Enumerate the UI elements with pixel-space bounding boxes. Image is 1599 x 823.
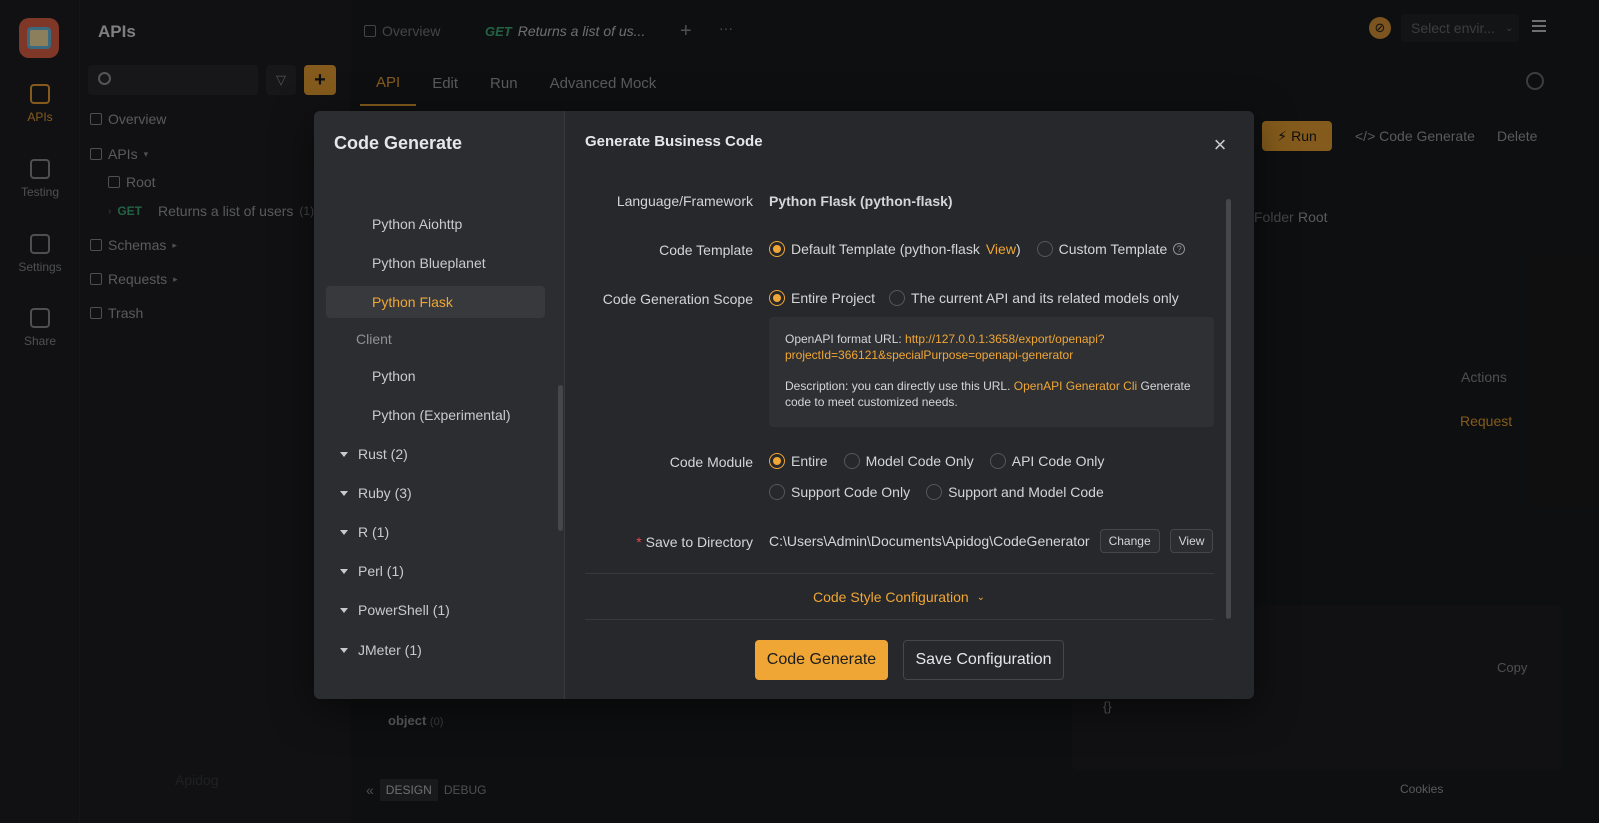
code-style-label: Code Style Configuration	[813, 589, 969, 605]
language-group-label: JMeter (1)	[358, 642, 422, 658]
language-group-rust[interactable]: Rust (2)	[326, 438, 545, 470]
language-value: Python Flask (python-flask)	[769, 193, 953, 209]
language-group-label: R (1)	[358, 524, 390, 540]
generate-form-panel: Generate Business Code × Language/Framew…	[565, 111, 1254, 699]
module-options-row2: Support Code Only Support and Model Code	[769, 484, 1104, 500]
code-generate-modal: Code Generate Python Aiohttp Python Blue…	[314, 111, 1254, 699]
language-list-scrollbar[interactable]	[558, 385, 563, 531]
language-list-panel: Code Generate Python Aiohttp Python Blue…	[314, 111, 565, 699]
language-group-label: Rust (2)	[358, 446, 408, 462]
code-style-toggle[interactable]: Code Style Configuration ⌄	[813, 589, 985, 605]
scope-options: Entire Project The current API and its r…	[769, 290, 1179, 306]
module-label: Code Module	[669, 454, 753, 470]
scope-current-radio[interactable]	[889, 290, 906, 306]
module-options-row1: Entire Model Code Only API Code Only	[769, 453, 1104, 469]
save-directory-text: Save to Directory	[645, 534, 753, 550]
save-directory-label: * Save to Directory	[565, 534, 753, 550]
caret-down-icon	[340, 607, 348, 613]
language-group-label: Ruby (3)	[358, 485, 412, 501]
template-label: Code Template	[659, 242, 753, 258]
openapi-info-box: OpenAPI format URL: http://127.0.0.1:365…	[769, 317, 1214, 427]
caret-down-icon	[340, 529, 348, 535]
template-default-radio[interactable]	[769, 241, 785, 257]
template-options: Default Template (python-flask View) Cus…	[769, 241, 1186, 257]
caret-down-icon	[340, 451, 348, 457]
scope-label: Code Generation Scope	[602, 291, 753, 307]
module-support-radio[interactable]	[769, 484, 785, 500]
template-view-link[interactable]: View	[986, 241, 1016, 257]
template-paren: )	[1015, 241, 1021, 257]
language-group: Client	[356, 331, 392, 347]
info-desc-line2: code to meet customized needs.	[785, 395, 958, 409]
caret-down-icon	[340, 490, 348, 496]
module-support-model-label: Support and Model Code	[948, 484, 1104, 500]
close-icon[interactable]: ×	[1210, 134, 1230, 156]
form-scrollbar[interactable]	[1226, 199, 1231, 619]
language-group-ruby[interactable]: Ruby (3)	[326, 477, 545, 509]
template-custom-label: Custom Template	[1058, 241, 1168, 257]
language-group-jmeter[interactable]: JMeter (1)	[326, 634, 545, 666]
save-directory-row: C:\Users\Admin\Documents\Apidog\CodeGene…	[769, 529, 1214, 553]
change-directory-button[interactable]: Change	[1099, 529, 1160, 553]
openapi-url-link-cont[interactable]: projectId=366121&specialPurpose=openapi-…	[785, 347, 1198, 363]
language-item-selected[interactable]: Python Flask	[326, 286, 545, 318]
caret-down-icon	[340, 647, 348, 653]
divider	[585, 619, 1214, 620]
module-support-model-radio[interactable]	[926, 484, 943, 500]
language-item[interactable]: Python Blueplanet	[326, 247, 545, 279]
module-model-radio[interactable]	[843, 453, 860, 469]
info-desc-suffix: Generate	[1137, 379, 1191, 393]
modal-left-title: Code Generate	[334, 133, 463, 153]
language-group-label: PowerShell (1)	[358, 602, 450, 618]
module-entire-label: Entire	[791, 453, 828, 469]
openapi-url-link[interactable]: http://127.0.0.1:3658/export/openapi?	[905, 332, 1105, 346]
language-group-label: Perl (1)	[358, 563, 404, 579]
template-default-label: Default Template (python-flask	[791, 241, 980, 257]
divider	[585, 573, 1214, 574]
language-group-powershell[interactable]: PowerShell (1)	[326, 594, 545, 626]
scope-entire-radio[interactable]	[769, 290, 785, 306]
language-label: Language/Framework	[616, 193, 753, 209]
view-directory-button[interactable]: View	[1169, 529, 1214, 553]
required-mark: *	[636, 534, 642, 550]
save-directory-path: C:\Users\Admin\Documents\Apidog\CodeGene…	[769, 533, 1090, 549]
help-icon[interactable]: ?	[1173, 243, 1186, 255]
caret-down-icon	[340, 568, 348, 574]
info-desc-prefix: Description: you can directly use this U…	[785, 379, 1014, 393]
info-url-prefix: OpenAPI format URL:	[785, 332, 906, 346]
language-group-r[interactable]: R (1)	[326, 516, 545, 548]
scope-entire-label: Entire Project	[791, 290, 876, 306]
module-api-radio[interactable]	[989, 453, 1006, 469]
code-generate-button[interactable]: Code Generate	[755, 640, 888, 680]
language-item[interactable]: Python (Experimental)	[326, 399, 545, 431]
language-group-perl[interactable]: Perl (1)	[326, 555, 545, 587]
language-item[interactable]: Python Aiohttp	[326, 208, 545, 240]
module-model-label: Model Code Only	[865, 453, 974, 469]
scope-current-label: The current API and its related models o…	[911, 290, 1179, 306]
openapi-generator-link[interactable]: OpenAPI Generator Cli	[1014, 379, 1137, 393]
module-entire-radio[interactable]	[769, 453, 785, 469]
modal-title: Generate Business Code	[585, 133, 763, 150]
save-configuration-button[interactable]: Save Configuration	[903, 640, 1064, 680]
module-api-label: API Code Only	[1011, 453, 1105, 469]
chevron-down-icon: ⌄	[976, 591, 986, 603]
module-support-label: Support Code Only	[791, 484, 911, 500]
language-item[interactable]: Python	[326, 360, 545, 392]
template-custom-radio[interactable]	[1036, 241, 1053, 257]
